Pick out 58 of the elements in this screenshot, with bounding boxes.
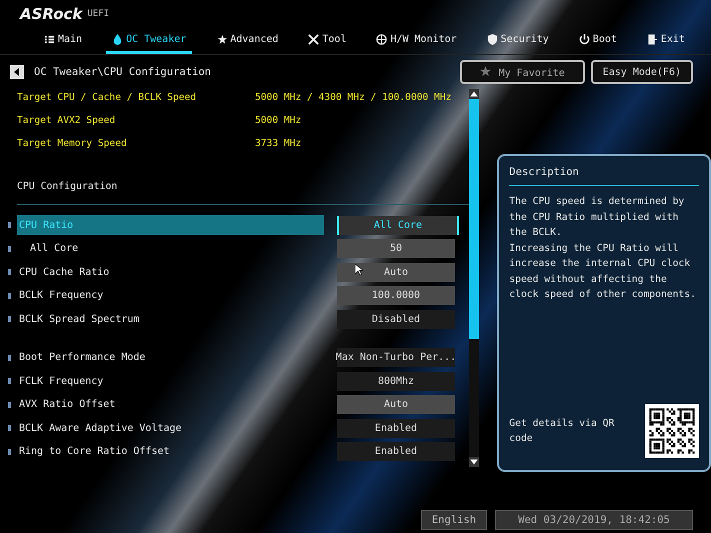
- setting-label[interactable]: Ring to Core Ratio Offset: [17, 442, 324, 462]
- target-label: Target CPU / Cache / BCLK Speed: [17, 92, 198, 103]
- date-time: Wed 03/20/2019, 18:42:05: [495, 510, 693, 530]
- brand-logo: ASRock: [20, 5, 82, 23]
- qr-caption: Get details via QR code: [509, 417, 616, 446]
- star-icon: [216, 34, 228, 45]
- breadcrumb-path: OC Tweaker\CPU Configuration: [34, 66, 212, 78]
- exit-icon: [646, 34, 658, 45]
- setting-value[interactable]: 800Mhz: [337, 372, 455, 391]
- description-text: The CPU speed is determined by the CPU Ratio multiplied with the BCLK. Increasing the CPU Ratio will increase the internal CPU clock speed without affecting the clock speed of other components.: [509, 195, 697, 302]
- nav-tab[interactable]: OC Tweaker: [106, 28, 192, 54]
- setting-value[interactable]: Max Non-Turbo Per...: [337, 348, 455, 368]
- setting-label[interactable]: All Core: [17, 238, 324, 259]
- list-icon: [44, 34, 55, 45]
- shield-icon: [486, 34, 498, 45]
- setting-value[interactable]: Auto: [337, 262, 455, 282]
- language-button[interactable]: English: [421, 510, 487, 530]
- qr-code-icon: [645, 404, 699, 458]
- setting-label[interactable]: AVX Ratio Offset: [17, 394, 324, 415]
- setting-value[interactable]: Auto: [337, 395, 455, 414]
- scroll-up-icon[interactable]: [469, 89, 480, 99]
- setting-value[interactable]: Enabled: [337, 442, 455, 462]
- mouse-pointer-icon: [355, 264, 363, 276]
- setting-value[interactable]: Enabled: [337, 418, 455, 438]
- setting-label[interactable]: FCLK Frequency: [17, 371, 324, 392]
- nav-tab[interactable]: Exit: [640, 28, 691, 54]
- setting-label[interactable]: BCLK Aware Adaptive Voltage: [17, 418, 324, 438]
- setting-label[interactable]: CPU Cache Ratio: [17, 262, 324, 282]
- nav-tab[interactable]: Advanced: [210, 28, 284, 54]
- logo-suffix: UEFI: [87, 9, 110, 19]
- left-triangle-icon: [13, 68, 21, 76]
- setting-value[interactable]: 100.0000: [337, 286, 455, 306]
- easy-mode-button[interactable]: Easy Mode(F6): [590, 60, 693, 84]
- target-label: Target Memory Speed: [17, 138, 128, 149]
- nav-tab[interactable]: Security: [480, 28, 555, 54]
- setting-label[interactable]: CPU Ratio: [17, 215, 324, 236]
- nav-tab[interactable]: Tool: [302, 28, 352, 54]
- scrollbar[interactable]: [469, 89, 480, 467]
- setting-value[interactable]: 50: [337, 239, 455, 258]
- scroll-down-icon[interactable]: [469, 457, 480, 467]
- nav-tab[interactable]: H/W Monitor: [370, 28, 463, 54]
- nav-tab[interactable]: Boot: [572, 28, 623, 54]
- setting-label[interactable]: BCLK Spread Spectrum: [17, 309, 324, 330]
- setting-value[interactable]: Disabled: [337, 310, 455, 329]
- nav-tab[interactable]: Main: [38, 28, 88, 54]
- power-icon: [578, 34, 590, 45]
- favorite-button[interactable]: My Favorite: [460, 60, 585, 84]
- section-title: CPU Configuration: [16, 181, 118, 192]
- target-value: 5000 MHz / 4300 MHz / 100.0000 MHz: [255, 92, 452, 103]
- target-label: Target AVX2 Speed: [17, 115, 116, 126]
- target-value: 3733 MHz: [255, 138, 302, 149]
- target-value: 5000 MHz: [255, 115, 302, 126]
- setting-label[interactable]: Boot Performance Mode: [17, 348, 324, 368]
- back-button[interactable]: [10, 65, 24, 79]
- star-icon: [480, 66, 491, 76]
- setting-value[interactable]: All Core: [337, 216, 459, 235]
- description-title: Description: [509, 166, 580, 178]
- setting-label[interactable]: BCLK Frequency: [17, 286, 324, 306]
